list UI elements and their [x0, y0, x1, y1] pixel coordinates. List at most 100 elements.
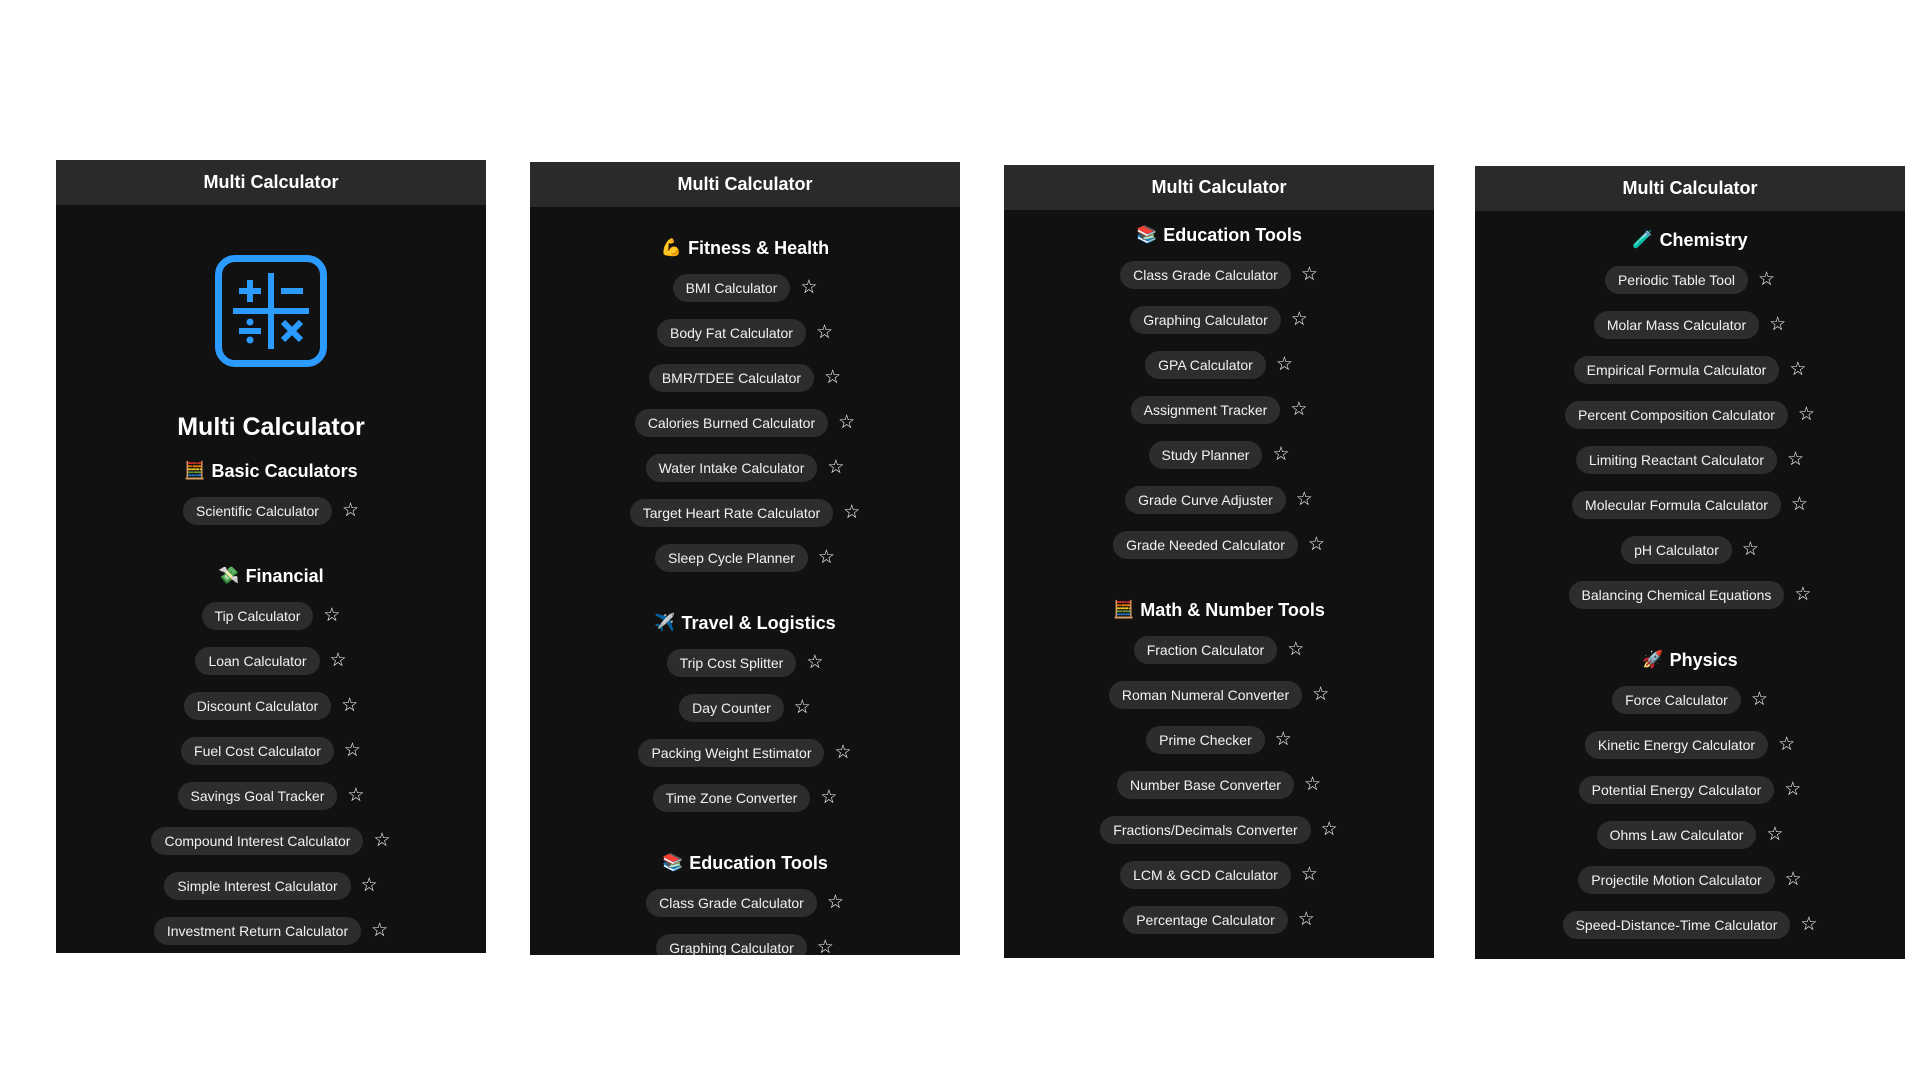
star-outline-icon[interactable]: ☆: [827, 893, 844, 912]
calculator-button[interactable]: GPA Calculator: [1145, 350, 1266, 379]
calculator-button[interactable]: BMR/TDEE Calculator: [648, 363, 815, 392]
calculator-button[interactable]: Class Grade Calculator: [646, 888, 817, 917]
star-outline-icon[interactable]: ☆: [1287, 640, 1304, 659]
calculator-button[interactable]: Investment Return Calculator: [153, 916, 362, 945]
calculator-button[interactable]: Savings Goal Tracker: [177, 781, 338, 810]
star-outline-icon[interactable]: ☆: [347, 786, 364, 805]
calculator-button[interactable]: Water Intake Calculator: [645, 453, 818, 482]
calculator-button[interactable]: Simple Interest Calculator: [164, 871, 351, 900]
star-outline-icon[interactable]: ☆: [843, 503, 860, 522]
star-outline-icon[interactable]: ☆: [323, 606, 340, 625]
star-outline-icon[interactable]: ☆: [1785, 870, 1802, 889]
star-outline-icon[interactable]: ☆: [794, 698, 811, 717]
star-outline-icon[interactable]: ☆: [1766, 825, 1783, 844]
star-outline-icon[interactable]: ☆: [361, 876, 378, 895]
star-outline-icon[interactable]: ☆: [1321, 820, 1338, 839]
calculator-button[interactable]: Study Planner: [1148, 440, 1263, 469]
calculator-button[interactable]: Scientific Calculator: [183, 496, 332, 525]
calculator-button[interactable]: BMI Calculator: [672, 273, 791, 302]
calculator-button[interactable]: LCM & GCD Calculator: [1120, 860, 1291, 889]
star-outline-icon[interactable]: ☆: [1791, 495, 1808, 514]
calculator-button[interactable]: Graphing Calculator: [1130, 305, 1281, 334]
calculator-button[interactable]: Grade Needed Calculator: [1113, 530, 1298, 559]
star-outline-icon[interactable]: ☆: [1800, 915, 1817, 934]
star-outline-icon[interactable]: ☆: [1298, 910, 1315, 929]
calculator-button[interactable]: Prime Checker: [1146, 725, 1265, 754]
calculator-button[interactable]: Day Counter: [679, 693, 784, 722]
star-outline-icon[interactable]: ☆: [824, 368, 841, 387]
star-outline-icon[interactable]: ☆: [344, 741, 361, 760]
calculator-button[interactable]: Ohms Law Calculator: [1596, 820, 1757, 849]
star-outline-icon[interactable]: ☆: [1276, 355, 1293, 374]
star-outline-icon[interactable]: ☆: [1301, 865, 1318, 884]
calculator-button[interactable]: Time Zone Converter: [652, 783, 811, 812]
star-outline-icon[interactable]: ☆: [816, 323, 833, 342]
star-outline-icon[interactable]: ☆: [1304, 775, 1321, 794]
calculator-button[interactable]: Kinetic Energy Calculator: [1584, 730, 1769, 759]
calculator-button[interactable]: Percent Composition Calculator: [1565, 400, 1788, 429]
star-outline-icon[interactable]: ☆: [1784, 780, 1801, 799]
star-outline-icon[interactable]: ☆: [1751, 690, 1768, 709]
calculator-button[interactable]: Percentage Calculator: [1123, 905, 1288, 934]
calculator-button[interactable]: Target Heart Rate Calculator: [629, 498, 834, 527]
calculator-button[interactable]: Number Base Converter: [1117, 770, 1294, 799]
calculator-button[interactable]: Tip Calculator: [201, 601, 314, 630]
star-outline-icon[interactable]: ☆: [1308, 535, 1325, 554]
calculator-button[interactable]: Molar Mass Calculator: [1593, 310, 1760, 339]
star-outline-icon[interactable]: ☆: [330, 651, 347, 670]
calculator-button[interactable]: Discount Calculator: [183, 691, 332, 720]
screen-content[interactable]: 🧪 Chemistry Periodic Table Tool ☆ Molar Mass…: [1475, 211, 1905, 947]
calculator-button[interactable]: Empirical Formula Calculator: [1573, 355, 1780, 384]
calculator-button[interactable]: Force Calculator: [1612, 685, 1741, 714]
calculator-button[interactable]: Fuel Cost Calculator: [181, 736, 334, 765]
calculator-button[interactable]: Compound Interest Calculator: [151, 826, 364, 855]
star-outline-icon[interactable]: ☆: [373, 831, 390, 850]
calculator-button[interactable]: Body Fat Calculator: [657, 318, 806, 347]
calculator-button[interactable]: Fraction Calculator: [1133, 635, 1278, 664]
star-outline-icon[interactable]: ☆: [800, 278, 817, 297]
calculator-button[interactable]: Periodic Table Tool: [1604, 265, 1748, 294]
star-outline-icon[interactable]: ☆: [1275, 730, 1292, 749]
star-outline-icon[interactable]: ☆: [1742, 540, 1759, 559]
star-outline-icon[interactable]: ☆: [1291, 310, 1308, 329]
calculator-button[interactable]: Graphing Calculator: [656, 933, 807, 955]
star-outline-icon[interactable]: ☆: [1789, 360, 1806, 379]
star-outline-icon[interactable]: ☆: [1794, 585, 1811, 604]
screen-content[interactable]: Multi Calculator 🧮 Basic Caculators Scient…: [56, 205, 486, 953]
star-outline-icon[interactable]: ☆: [342, 501, 359, 520]
star-outline-icon[interactable]: ☆: [1798, 405, 1815, 424]
calculator-button[interactable]: Projectile Motion Calculator: [1578, 865, 1775, 894]
star-outline-icon[interactable]: ☆: [1312, 685, 1329, 704]
star-outline-icon[interactable]: ☆: [1301, 265, 1318, 284]
star-outline-icon[interactable]: ☆: [1787, 450, 1804, 469]
calculator-button[interactable]: Grade Curve Adjuster: [1125, 485, 1286, 514]
calculator-button[interactable]: Assignment Tracker: [1130, 395, 1281, 424]
star-outline-icon[interactable]: ☆: [1778, 735, 1795, 754]
screen-content[interactable]: 💪 Fitness & Health BMI Calculator ☆ Body Fat…: [530, 207, 960, 955]
calculator-button[interactable]: Molecular Formula Calculator: [1572, 490, 1781, 519]
calculator-button[interactable]: Loan Calculator: [195, 646, 320, 675]
star-outline-icon[interactable]: ☆: [827, 458, 844, 477]
star-outline-icon[interactable]: ☆: [818, 548, 835, 567]
calculator-button[interactable]: Sleep Cycle Planner: [655, 543, 808, 572]
star-outline-icon[interactable]: ☆: [1272, 445, 1289, 464]
calculator-button[interactable]: Balancing Chemical Equations: [1568, 580, 1785, 609]
calculator-button[interactable]: Packing Weight Estimator: [638, 738, 825, 767]
calculator-button[interactable]: Potential Energy Calculator: [1578, 775, 1775, 804]
calculator-button[interactable]: Trip Cost Splitter: [666, 648, 797, 677]
star-outline-icon[interactable]: ☆: [1290, 400, 1307, 419]
calculator-button[interactable]: Calories Burned Calculator: [634, 408, 829, 437]
screen-content[interactable]: 📚 Education Tools Class Grade Calculator ☆ G…: [1004, 210, 1434, 942]
star-outline-icon[interactable]: ☆: [817, 938, 834, 955]
star-outline-icon[interactable]: ☆: [341, 696, 358, 715]
calculator-button[interactable]: Speed-Distance-Time Calculator: [1562, 910, 1791, 939]
star-outline-icon[interactable]: ☆: [806, 653, 823, 672]
calculator-button[interactable]: Limiting Reactant Calculator: [1575, 445, 1778, 474]
calculator-button[interactable]: Roman Numeral Converter: [1108, 680, 1303, 709]
star-outline-icon[interactable]: ☆: [1758, 270, 1775, 289]
star-outline-icon[interactable]: ☆: [834, 743, 851, 762]
star-outline-icon[interactable]: ☆: [838, 413, 855, 432]
calculator-button[interactable]: Fractions/Decimals Converter: [1100, 815, 1311, 844]
calculator-button[interactable]: pH Calculator: [1621, 535, 1732, 564]
star-outline-icon[interactable]: ☆: [371, 921, 388, 940]
